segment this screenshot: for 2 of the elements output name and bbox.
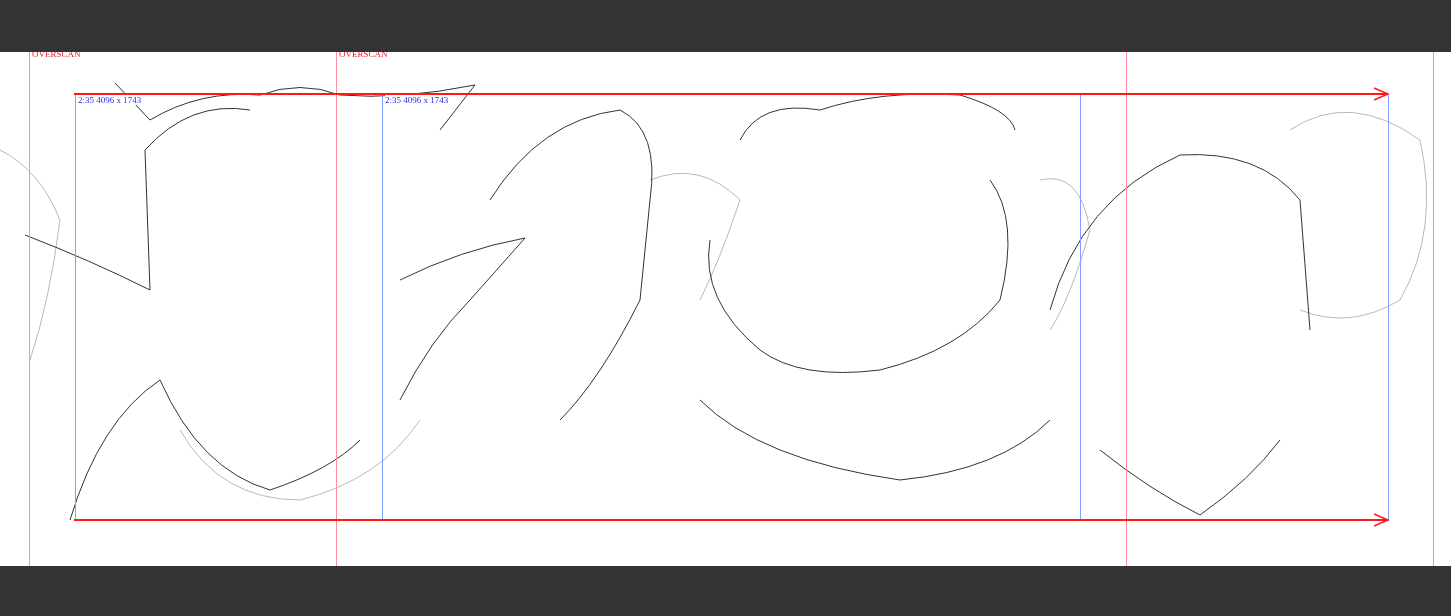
frame-size-label: 2:35 4096 x 1743 <box>385 95 449 105</box>
frame-size-label: 2:35 4096 x 1743 <box>78 95 142 105</box>
